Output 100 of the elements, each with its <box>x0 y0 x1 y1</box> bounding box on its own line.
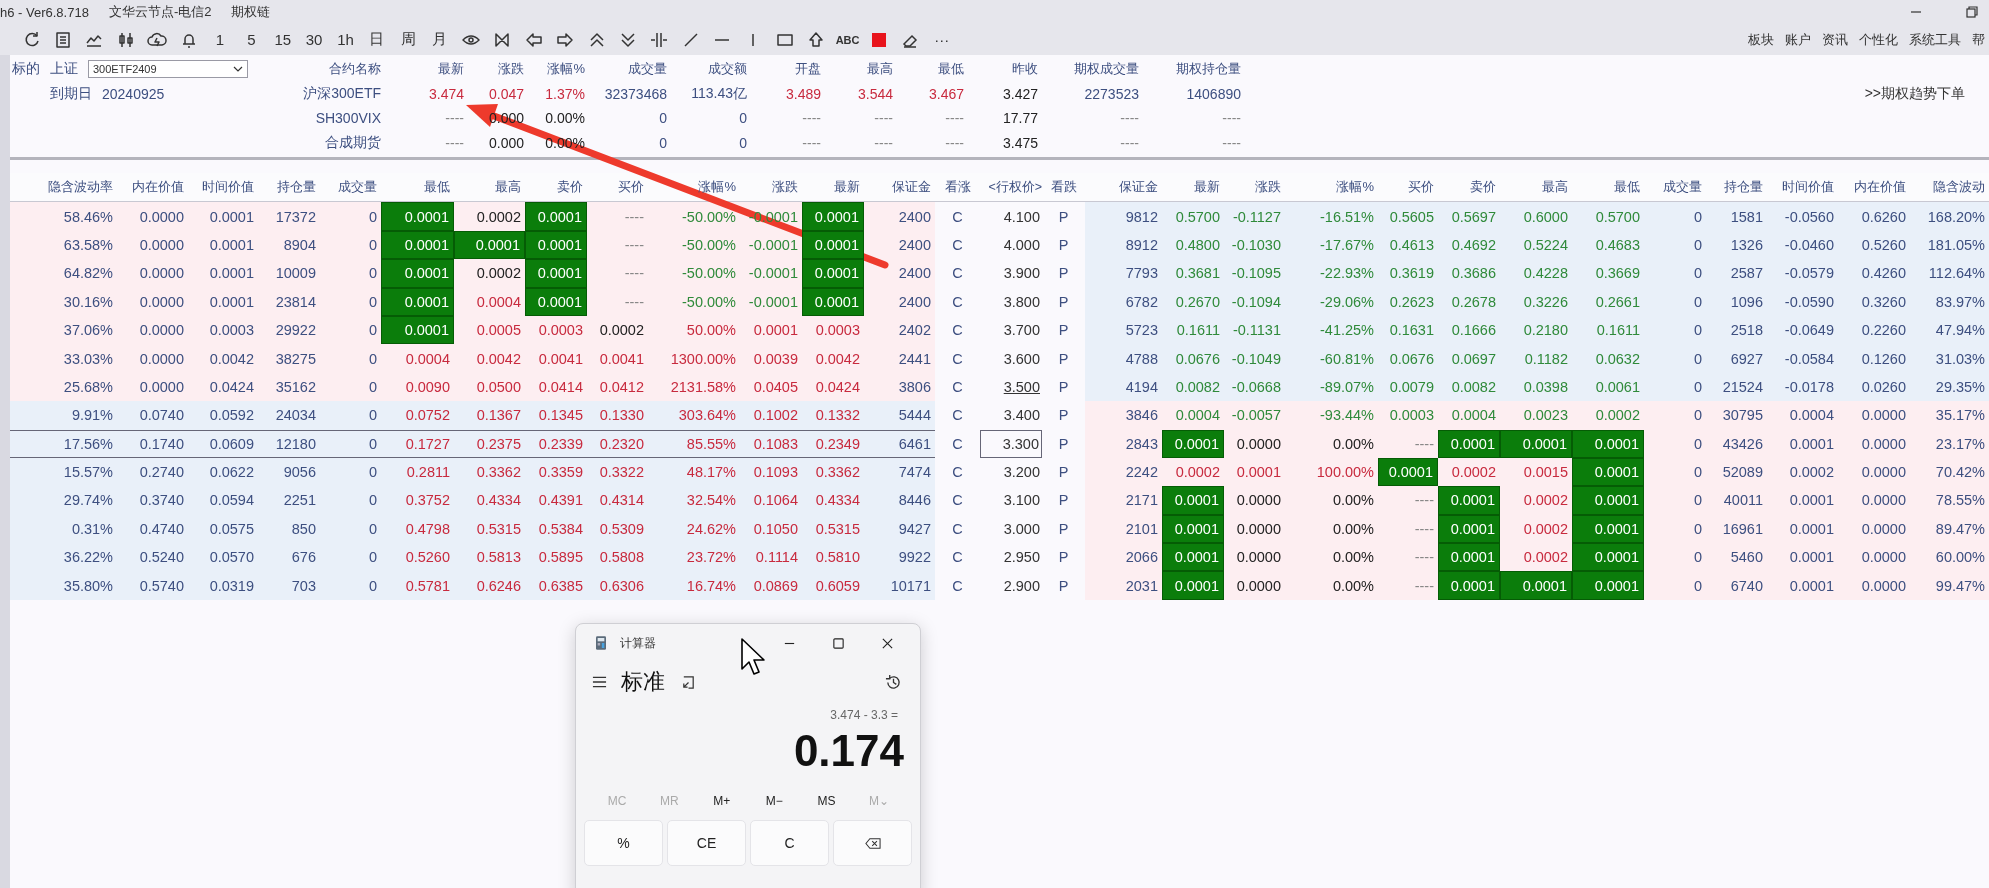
memory-button[interactable]: MS <box>803 790 850 812</box>
call-row-band[interactable]: 63.58% 0.0000 0.0001 8904 0 0.0001 0.0001 0.0001 ---- -50.00% -0.0001 0.0001 2400 <box>10 230 935 260</box>
table-cell-text: 0.0570 <box>208 548 255 568</box>
table-cell-text: 0 <box>367 321 378 341</box>
call-row-band[interactable]: 29.74% 0.3740 0.0594 2251 0 0.3752 0.4334 0.4391 0.4314 32.54% 0.1064 0.4334 8446 <box>10 486 935 515</box>
menu-item[interactable]: 帮 <box>1972 30 1985 49</box>
put-row-band[interactable]: 4788 0.0676 -0.1049 -60.81% 0.0676 0.0697 0.1182 0.0632 0 6927 -0.0584 0.1260 31.03% <box>1085 344 1989 373</box>
table-cell: 0.0001 <box>525 287 587 316</box>
keep-on-top-icon[interactable] <box>681 674 696 690</box>
put-row-band[interactable]: 5723 0.1611 -0.1131 -41.25% 0.1631 0.1666 0.2180 0.1611 0 2518 -0.0649 0.2260 47.94% <box>1085 315 1989 345</box>
table-cell-text: 0.0002 <box>1788 463 1835 483</box>
history-icon[interactable] <box>885 673 902 691</box>
call-row-band[interactable]: 33.03% 0.0000 0.0042 38275 0 0.0004 0.0042 0.0041 0.0041 1300.00% 0.0039 0.0042 2441 <box>10 344 935 373</box>
column-header: 最新 <box>437 60 464 79</box>
table-cell-text: 0.0414 <box>537 377 584 397</box>
table-cell: 0.0001 <box>1162 486 1224 515</box>
table-cell-text: 0 <box>1692 264 1703 284</box>
table-cell-text: -0.0001 <box>747 264 799 284</box>
quote-cell-text: 3.475 <box>1001 134 1038 151</box>
table-cell-text: 0.00% <box>1331 576 1375 596</box>
call-row-band[interactable]: 0.31% 0.4740 0.0575 850 0 0.4798 0.5315 0.5384 0.5309 24.62% 0.1050 0.5315 9427 <box>10 514 935 544</box>
table-cell-text: 6782 <box>1124 292 1159 312</box>
put-row-band[interactable]: 2101 0.0001 0.0000 0.00% ---- 0.0001 0.0002 0.0001 0 16961 0.0001 0.0000 89.47% <box>1085 514 1989 544</box>
table-cell-text: 0.4613 <box>1388 235 1435 255</box>
calculator-key[interactable]: CE <box>667 820 746 866</box>
period-button[interactable]: 30 <box>298 31 330 48</box>
call-row-band[interactable]: 9.91% 0.0740 0.0592 24034 0 0.0752 0.1367 0.1345 0.1330 303.64% 0.1002 0.1332 5444 <box>10 401 935 430</box>
table-cell-text: 0.1260 <box>1860 349 1907 369</box>
restore-icon[interactable] <box>1965 5 1979 19</box>
table-cell-text: 0.0000 <box>1235 434 1282 454</box>
call-row-band[interactable]: 30.16% 0.0000 0.0001 23814 0 0.0001 0.0004 0.0001 ---- -50.00% -0.0001 0.0001 2400 <box>10 287 935 316</box>
period-button[interactable]: 1h <box>329 31 362 48</box>
menu-item[interactable]: 个性化 <box>1859 30 1898 49</box>
menu-item[interactable]: 资讯 <box>1822 30 1848 49</box>
put-row-band[interactable]: 6782 0.2670 -0.1094 -29.06% 0.2623 0.2678 0.3226 0.2661 0 1096 -0.0590 0.3260 83.97% <box>1085 287 1989 316</box>
call-row-band[interactable]: 17.56% 0.1740 0.0609 12180 0 0.1727 0.2375 0.2339 0.2320 85.55% 0.1083 0.2349 6461 <box>10 429 935 458</box>
call-row-band[interactable]: 25.68% 0.0000 0.0424 35162 0 0.0090 0.0500 0.0414 0.0412 2131.58% 0.0405 0.0424 3806 <box>10 372 935 402</box>
contract-dropdown[interactable]: 300ETF2409 <box>88 60 248 79</box>
table-cell-text: -29.06% <box>1319 292 1375 312</box>
memory-button[interactable]: M− <box>751 790 798 812</box>
table-cell-text: 0.3260 <box>1860 292 1907 312</box>
table-cell-text: 2518 <box>1729 321 1764 341</box>
table-cell-text: 0.0002 <box>1522 491 1569 511</box>
put-row-band[interactable]: 7793 0.3681 -0.1095 -22.93% 0.3619 0.3686 0.4228 0.3669 0 2587 -0.0579 0.4260 112.64% <box>1085 259 1989 288</box>
put-row-band[interactable]: 2843 0.0001 0.0000 0.00% ---- 0.0001 0.0001 0.0001 0 43426 0.0001 0.0000 23.17% <box>1085 429 1989 458</box>
put-row-band[interactable]: 3846 0.0004 -0.0057 -93.44% 0.0003 0.0004 0.0023 0.0002 0 30795 0.0004 0.0000 35.17% <box>1085 401 1989 430</box>
table-cell-text: 70.42% <box>1934 463 1986 483</box>
put-row-band[interactable]: 2171 0.0001 0.0000 0.00% ---- 0.0001 0.0002 0.0001 0 40011 0.0001 0.0000 78.55% <box>1085 486 1989 515</box>
column-header: 最高 <box>1541 178 1569 197</box>
period-button[interactable]: 1 <box>204 31 236 48</box>
call-row-band[interactable]: 64.82% 0.0000 0.0001 10009 0 0.0001 0.0002 0.0001 ---- -50.00% -0.0001 0.0001 2400 <box>10 259 935 288</box>
table-cell-text: 0.0500 <box>475 377 522 397</box>
table-cell-text: 0.5315 <box>475 519 522 539</box>
table-cell-text: 0.00% <box>1331 491 1375 511</box>
put-row-band[interactable]: 4194 0.0082 -0.0668 -89.07% 0.0079 0.0082 0.0398 0.0061 0 21524 -0.0178 0.0260 29.35% <box>1085 372 1989 402</box>
calculator-key[interactable]: % <box>584 820 663 866</box>
table-cell-text: 0.1611 <box>1595 321 1641 341</box>
period-button[interactable]: 月 <box>424 30 456 49</box>
put-row-band[interactable]: 2031 0.0001 0.0000 0.00% ---- 0.0001 0.0001 0.0001 0 6740 0.0001 0.0000 99.47% <box>1085 571 1989 600</box>
table-cell-text: 0 <box>367 519 378 539</box>
maximize-icon[interactable] <box>832 636 845 650</box>
put-row-band[interactable]: 8912 0.4800 -0.1030 -17.67% 0.4613 0.4692 0.5224 0.4683 0 1326 -0.0460 0.5260 181.05% <box>1085 230 1989 260</box>
menu-icon[interactable] <box>592 676 607 688</box>
menu-item[interactable]: 系统工具 <box>1909 30 1961 49</box>
period-button[interactable]: 周 <box>392 30 424 49</box>
call-row-band[interactable]: 36.22% 0.5240 0.0570 676 0 0.5260 0.5813 0.5895 0.5808 23.72% 0.1114 0.5810 9922 <box>10 543 935 572</box>
menu-item[interactable]: 板块 <box>1748 30 1774 49</box>
call-row-band[interactable]: 35.80% 0.5740 0.0319 703 0 0.5781 0.6246 0.6385 0.6306 16.74% 0.0869 0.6059 10171 <box>10 571 935 600</box>
put-row-band[interactable]: 9812 0.5700 -0.1127 -16.51% 0.5605 0.5697 0.6000 0.5700 0 1581 -0.0560 0.6260 168.20% <box>1085 202 1989 231</box>
column-header: 内在价值 <box>131 178 185 197</box>
close-icon[interactable] <box>881 636 894 650</box>
more-button[interactable]: ··· <box>926 31 958 48</box>
put-row-band[interactable]: 2066 0.0001 0.0000 0.00% ---- 0.0001 0.0002 0.0001 0 5460 0.0001 0.0000 60.00% <box>1085 543 1989 572</box>
table-cell-text: 0.1740 <box>138 434 185 454</box>
table-cell-text: 29922 <box>274 321 317 341</box>
column-header: 持仓量 <box>1723 178 1764 197</box>
table-cell-text: 0.0424 <box>208 377 255 397</box>
table-cell-text: 0 <box>1692 349 1703 369</box>
call-row-band[interactable]: 15.57% 0.2740 0.0622 9056 0 0.2811 0.3362 0.3359 0.3322 48.17% 0.1093 0.3362 7474 <box>10 457 935 487</box>
table-cell-text: 0.0004 <box>1174 406 1221 426</box>
calculator-key[interactable]: C <box>750 820 829 866</box>
period-button[interactable]: 5 <box>235 31 268 48</box>
table-cell-text: 1326 <box>1729 235 1764 255</box>
call-row-band[interactable]: 37.06% 0.0000 0.0003 29922 0 0.0001 0.0005 0.0003 0.0002 50.00% 0.0001 0.0003 2402 <box>10 315 935 345</box>
trend-order-link[interactable]: >>期权趋势下单 <box>1864 84 1965 103</box>
table-cell-text: 35162 <box>274 377 317 397</box>
menu-item[interactable]: 账户 <box>1785 30 1811 49</box>
table-cell-text: 0.0412 <box>598 377 645 397</box>
column-header[interactable]: <行权价> <box>980 173 1042 202</box>
table-cell-text: 6740 <box>1729 576 1764 596</box>
period-button[interactable]: 15 <box>267 31 299 48</box>
text-tool-button[interactable]: ABC <box>831 33 864 46</box>
table-cell-text: 0.4334 <box>814 491 861 511</box>
table-cell-text: 0.0000 <box>138 235 185 255</box>
quote-cell-text: 3.467 <box>927 85 964 102</box>
memory-button[interactable]: M+ <box>698 790 745 812</box>
put-row-band[interactable]: 2242 0.0002 0.0001 100.00% 0.0001 0.0002 0.0015 0.0001 0 52089 0.0002 0.0000 70.42% <box>1085 457 1989 487</box>
period-button[interactable]: 日 <box>361 30 393 49</box>
table-cell-text: 0.1727 <box>404 434 451 454</box>
table-cell-text: 0.2678 <box>1450 292 1497 312</box>
